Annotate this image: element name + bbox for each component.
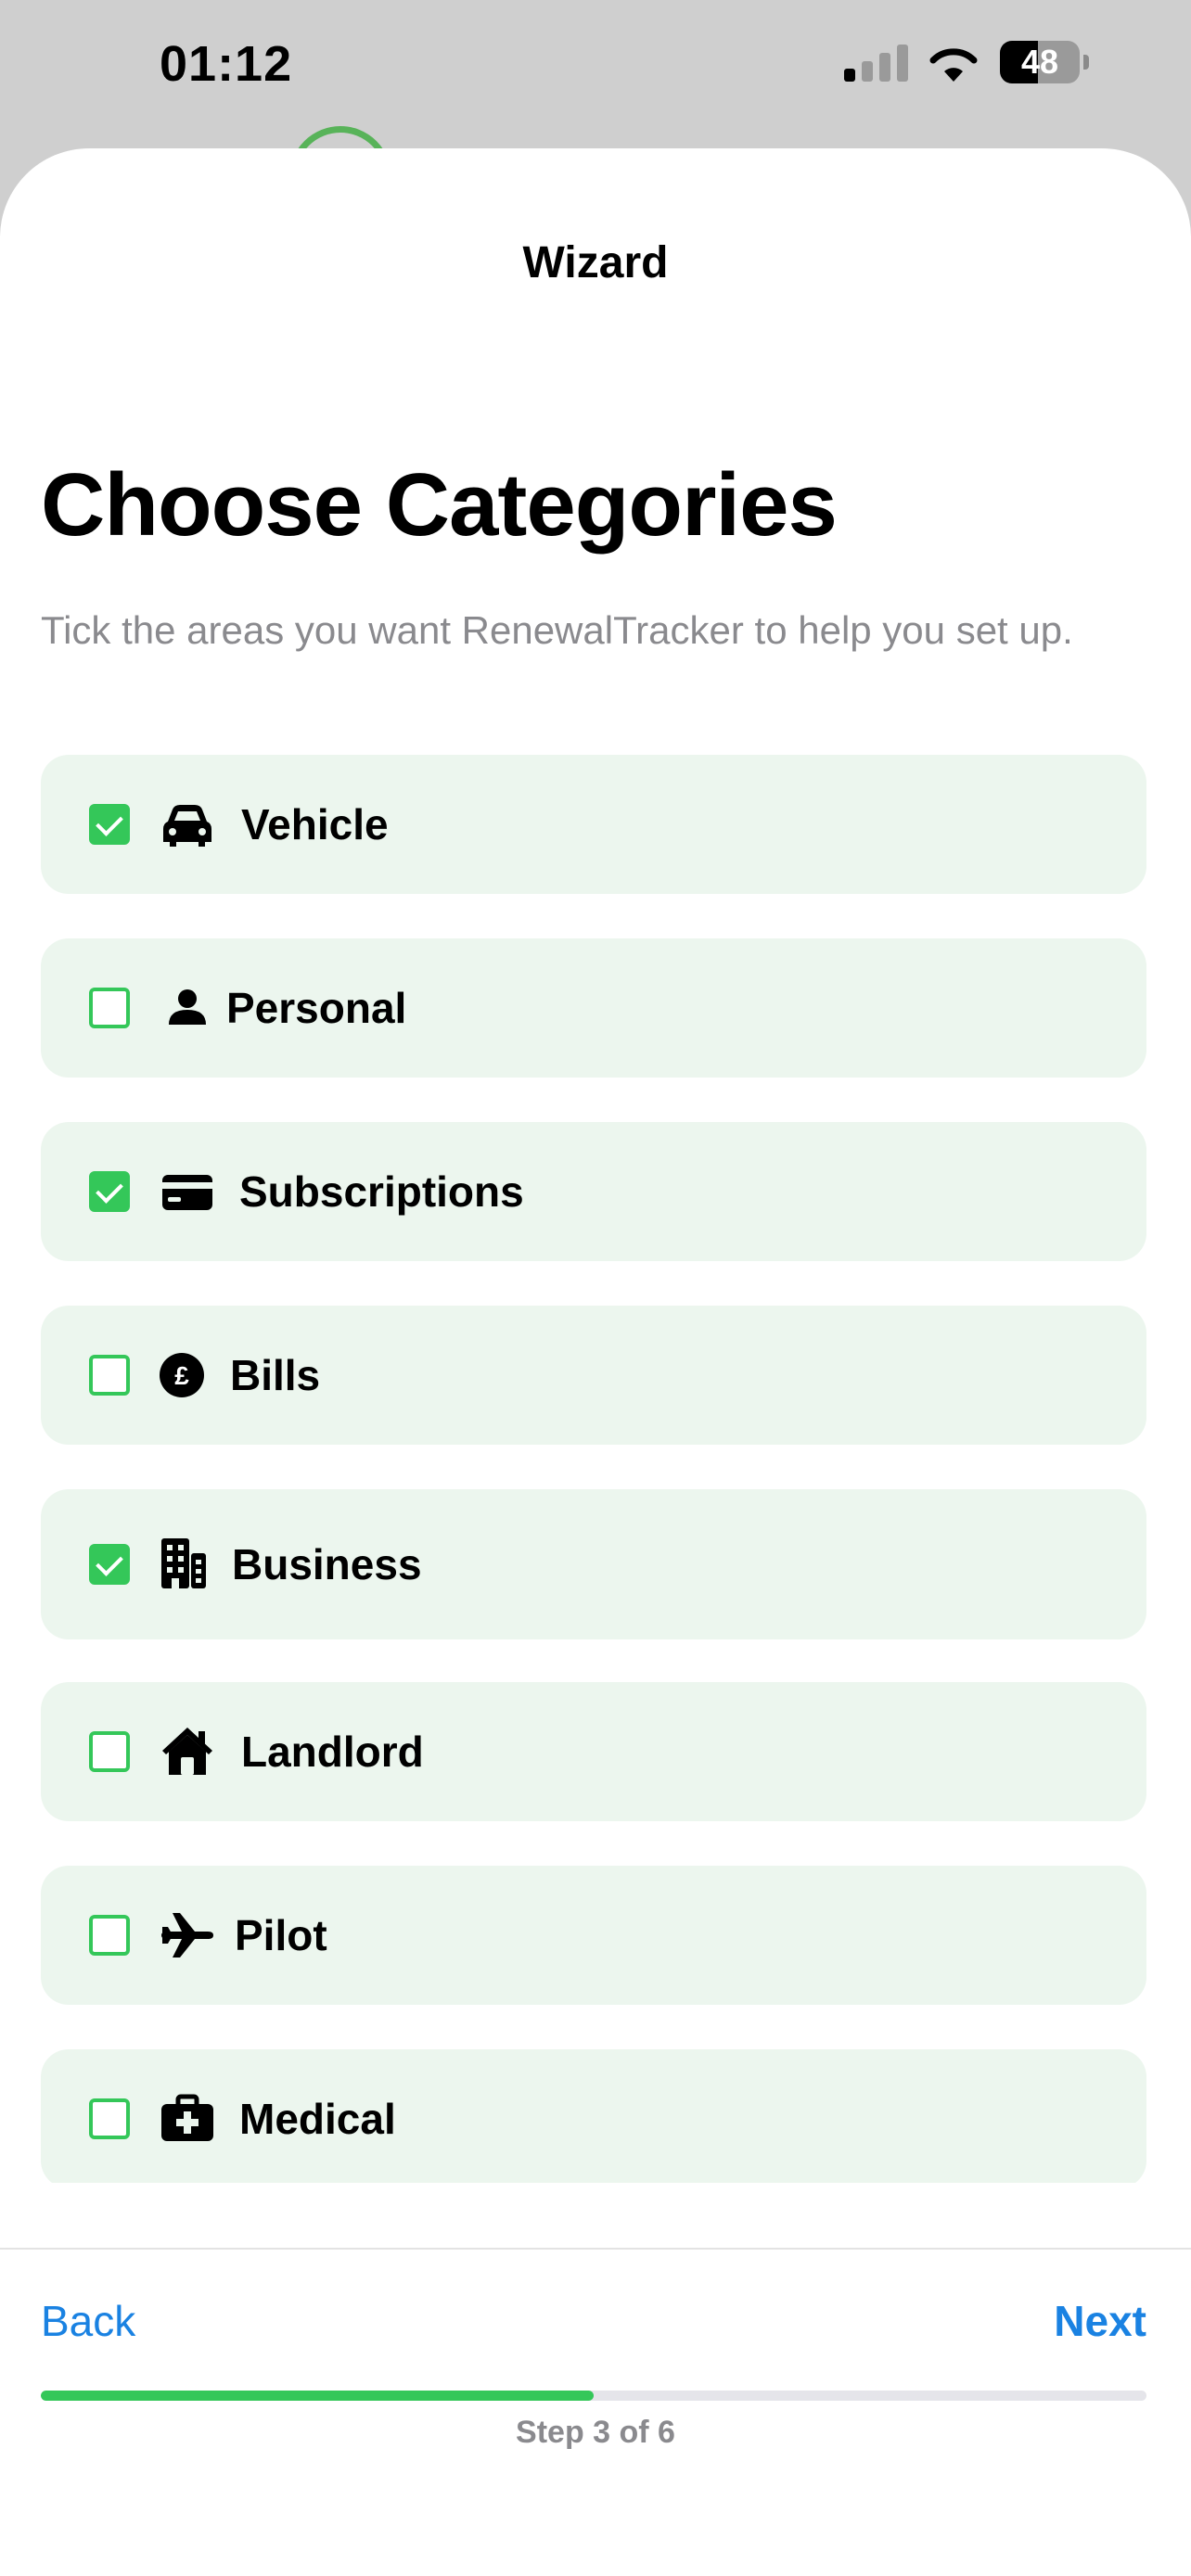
wizard-sheet: Wizard Choose Categories Tick the areas … bbox=[0, 148, 1191, 2576]
category-label: Pilot bbox=[235, 1911, 327, 1959]
landlord-checkbox[interactable] bbox=[89, 1731, 130, 1772]
step-indicator: Step 3 of 6 bbox=[516, 2415, 675, 2450]
battery-icon: 48 bbox=[1000, 41, 1089, 83]
medical-checkbox[interactable] bbox=[89, 2098, 130, 2139]
bills-checkbox[interactable] bbox=[89, 1355, 130, 1396]
page-subtitle: Tick the areas you want RenewalTracker t… bbox=[41, 608, 1073, 652]
category-row-medical[interactable]: Medical bbox=[41, 2049, 1146, 2183]
category-row-personal[interactable]: Personal bbox=[41, 938, 1146, 1078]
medical-kit-icon bbox=[160, 2091, 215, 2147]
vehicle-checkbox[interactable] bbox=[89, 804, 130, 845]
category-row-business[interactable]: Business bbox=[41, 1489, 1146, 1639]
nav-title: Wizard bbox=[522, 238, 669, 287]
category-label: Subscriptions bbox=[239, 1167, 524, 1216]
category-label: Landlord bbox=[241, 1728, 424, 1776]
category-label: Medical bbox=[239, 2095, 396, 2143]
airplane-icon bbox=[160, 1907, 215, 1963]
back-button[interactable]: Back bbox=[41, 2296, 135, 2346]
business-checkbox[interactable] bbox=[89, 1544, 130, 1585]
category-label: Business bbox=[232, 1540, 422, 1588]
wifi-icon bbox=[929, 48, 978, 82]
car-icon bbox=[160, 797, 215, 852]
person-icon bbox=[160, 980, 215, 1036]
wizard-progress-fill bbox=[41, 2391, 594, 2401]
pound-sign-icon: £ bbox=[160, 1347, 215, 1403]
status-time: 01:12 bbox=[160, 36, 293, 92]
building-icon bbox=[160, 1537, 215, 1592]
category-label: Bills bbox=[230, 1351, 321, 1399]
category-row-bills[interactable]: £ Bills bbox=[41, 1306, 1146, 1445]
category-row-pilot[interactable]: Pilot bbox=[41, 1866, 1146, 2005]
personal-checkbox[interactable] bbox=[89, 988, 130, 1028]
next-button[interactable]: Next bbox=[1054, 2296, 1146, 2346]
category-row-vehicle[interactable]: Vehicle bbox=[41, 755, 1146, 894]
credit-card-icon bbox=[160, 1164, 215, 1219]
pilot-checkbox[interactable] bbox=[89, 1915, 130, 1956]
battery-percentage: 48 bbox=[1020, 43, 1059, 81]
category-row-landlord[interactable]: Landlord bbox=[41, 1682, 1146, 1821]
category-label: Vehicle bbox=[241, 800, 389, 848]
category-row-subscriptions[interactable]: Subscriptions bbox=[41, 1122, 1146, 1261]
subscriptions-checkbox[interactable] bbox=[89, 1171, 130, 1212]
page-title: Choose Categories bbox=[41, 455, 838, 555]
status-bar: 01:12 48 bbox=[0, 0, 1191, 139]
category-list[interactable]: Vehicle Personal Subscriptions £ Bills B… bbox=[41, 755, 1146, 2183]
svg-text:£: £ bbox=[174, 1361, 189, 1390]
footer-divider bbox=[0, 2248, 1191, 2250]
cellular-signal-icon bbox=[844, 45, 908, 82]
category-label: Personal bbox=[226, 984, 407, 1032]
house-icon bbox=[160, 1724, 215, 1779]
wizard-progress-bar bbox=[41, 2391, 1146, 2401]
